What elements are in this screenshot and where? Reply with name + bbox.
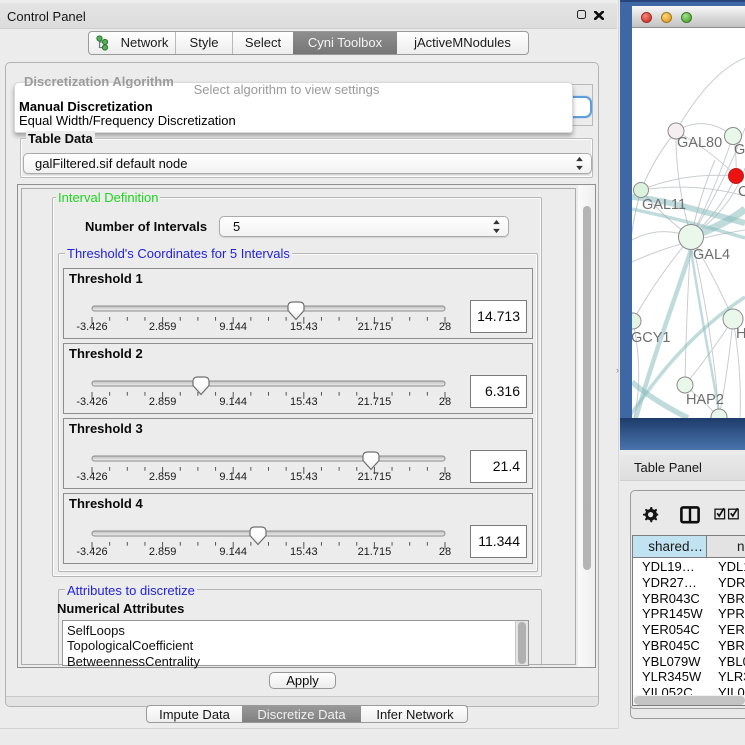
svg-text:GAL11: GAL11: [642, 197, 686, 213]
svg-text:H: H: [736, 326, 745, 342]
svg-text:GCY1: GCY1: [631, 330, 671, 346]
svg-text:C: C: [738, 184, 745, 200]
svg-text:GA: GA: [734, 142, 745, 158]
svg-text:HAP2: HAP2: [686, 392, 724, 408]
svg-text:GAL80: GAL80: [677, 135, 722, 151]
svg-text:GAL4: GAL4: [693, 247, 730, 263]
